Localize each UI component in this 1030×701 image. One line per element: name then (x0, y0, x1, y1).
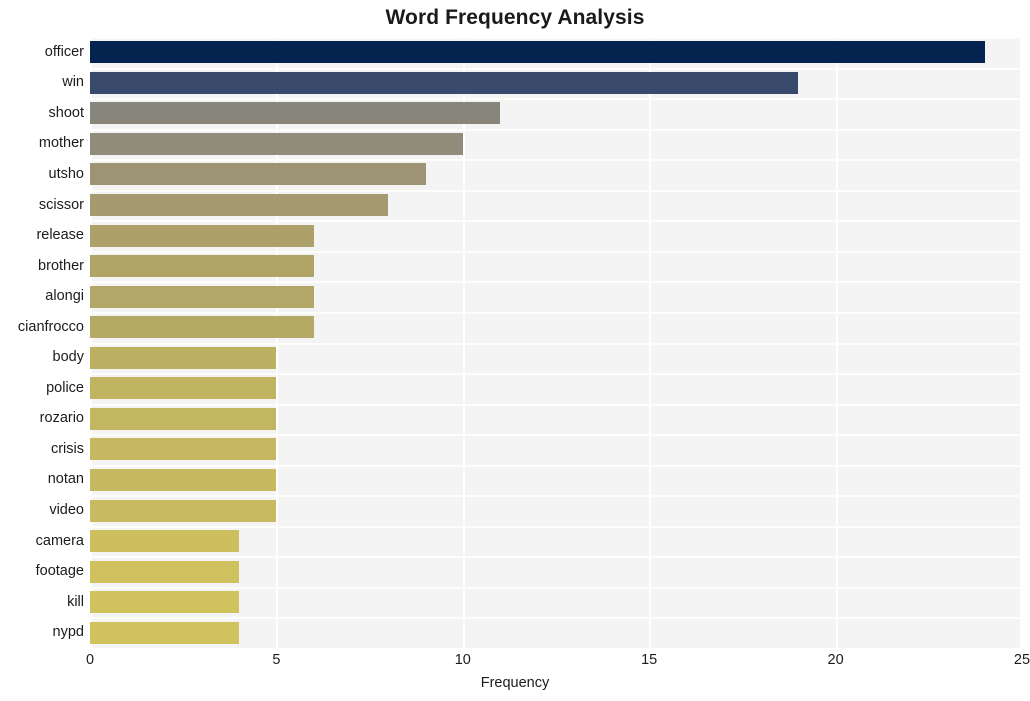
y-axis-tick-labels: officer win shoot mother utsho scissor release… (0, 37, 84, 648)
gridline-horizontal (90, 251, 1022, 253)
bar (90, 194, 389, 217)
gridline-horizontal (90, 434, 1022, 436)
gridline-horizontal (90, 404, 1022, 406)
bar (90, 285, 314, 308)
bar (90, 407, 277, 430)
x-axis-tick-label: 25 (1013, 652, 1030, 668)
bar (90, 316, 314, 339)
gridline-horizontal (90, 98, 1022, 100)
gridline-horizontal (90, 587, 1022, 589)
x-axis-tick-label: 15 (641, 652, 658, 668)
y-axis-tick-label: police (46, 379, 84, 396)
y-axis-tick-label: win (62, 74, 84, 91)
gridline-horizontal (90, 556, 1022, 558)
bar (90, 499, 277, 522)
gridline-horizontal (90, 159, 1022, 161)
x-axis-tick-label: 10 (454, 652, 471, 668)
x-axis-tick-labels: 0 5 10 15 20 25 (0, 652, 1030, 676)
bar (90, 438, 277, 461)
y-axis-tick-label: camera (35, 532, 84, 549)
x-axis-tick-label: 0 (85, 652, 95, 668)
bar (90, 530, 240, 553)
y-axis-tick-label: video (49, 502, 84, 519)
y-axis-tick-label: body (52, 349, 84, 366)
chart-title: Word Frequency Analysis (385, 6, 645, 29)
gridline-horizontal (90, 37, 1022, 39)
x-axis-tick-label: 5 (272, 652, 281, 668)
gridline-horizontal (90, 129, 1022, 131)
x-axis-tick-label: 20 (827, 652, 844, 668)
bar (90, 591, 240, 614)
y-axis-tick-label: nypd (52, 624, 84, 641)
y-axis-tick-label: brother (38, 257, 84, 274)
plot-area (90, 37, 1022, 648)
gridline-horizontal (90, 343, 1022, 345)
bar (90, 41, 985, 64)
gridline-horizontal (90, 68, 1022, 70)
y-axis-tick-label: rozario (39, 410, 84, 427)
bar (90, 163, 426, 186)
gridline-horizontal (90, 495, 1022, 497)
gridline-horizontal (90, 281, 1022, 283)
y-axis-tick-label: crisis (50, 440, 84, 457)
bar (90, 346, 277, 369)
x-axis-title: Frequency (480, 675, 550, 691)
bar (90, 560, 240, 583)
bar (90, 255, 314, 278)
y-axis-tick-label: shoot (48, 104, 84, 121)
chart-figure: Word Frequency Analysis officer win shoot m… (0, 0, 1030, 701)
y-axis-tick-label: mother (38, 135, 84, 152)
y-axis-tick-label: footage (35, 563, 84, 580)
bar (90, 621, 240, 644)
gridline-horizontal (90, 617, 1022, 619)
gridline-horizontal (90, 373, 1022, 375)
bar (90, 132, 463, 155)
gridline-horizontal (90, 220, 1022, 222)
y-axis-tick-label: alongi (45, 288, 84, 305)
y-axis-tick-label: cianfrocco (17, 318, 84, 335)
bar (90, 377, 277, 400)
y-axis-tick-label: scissor (38, 196, 84, 213)
bar (90, 102, 501, 125)
y-axis-tick-label: release (36, 227, 84, 244)
bar (90, 468, 277, 491)
gridline-horizontal (90, 190, 1022, 192)
y-axis-tick-label: kill (67, 593, 84, 610)
gridline-horizontal (90, 465, 1022, 467)
y-axis-tick-label: utsho (48, 165, 84, 182)
bar (90, 71, 799, 94)
gridline-horizontal (90, 526, 1022, 528)
y-axis-tick-label: officer (44, 43, 84, 60)
gridline-horizontal (90, 312, 1022, 314)
y-axis-tick-label: notan (47, 471, 84, 488)
bar (90, 224, 314, 247)
